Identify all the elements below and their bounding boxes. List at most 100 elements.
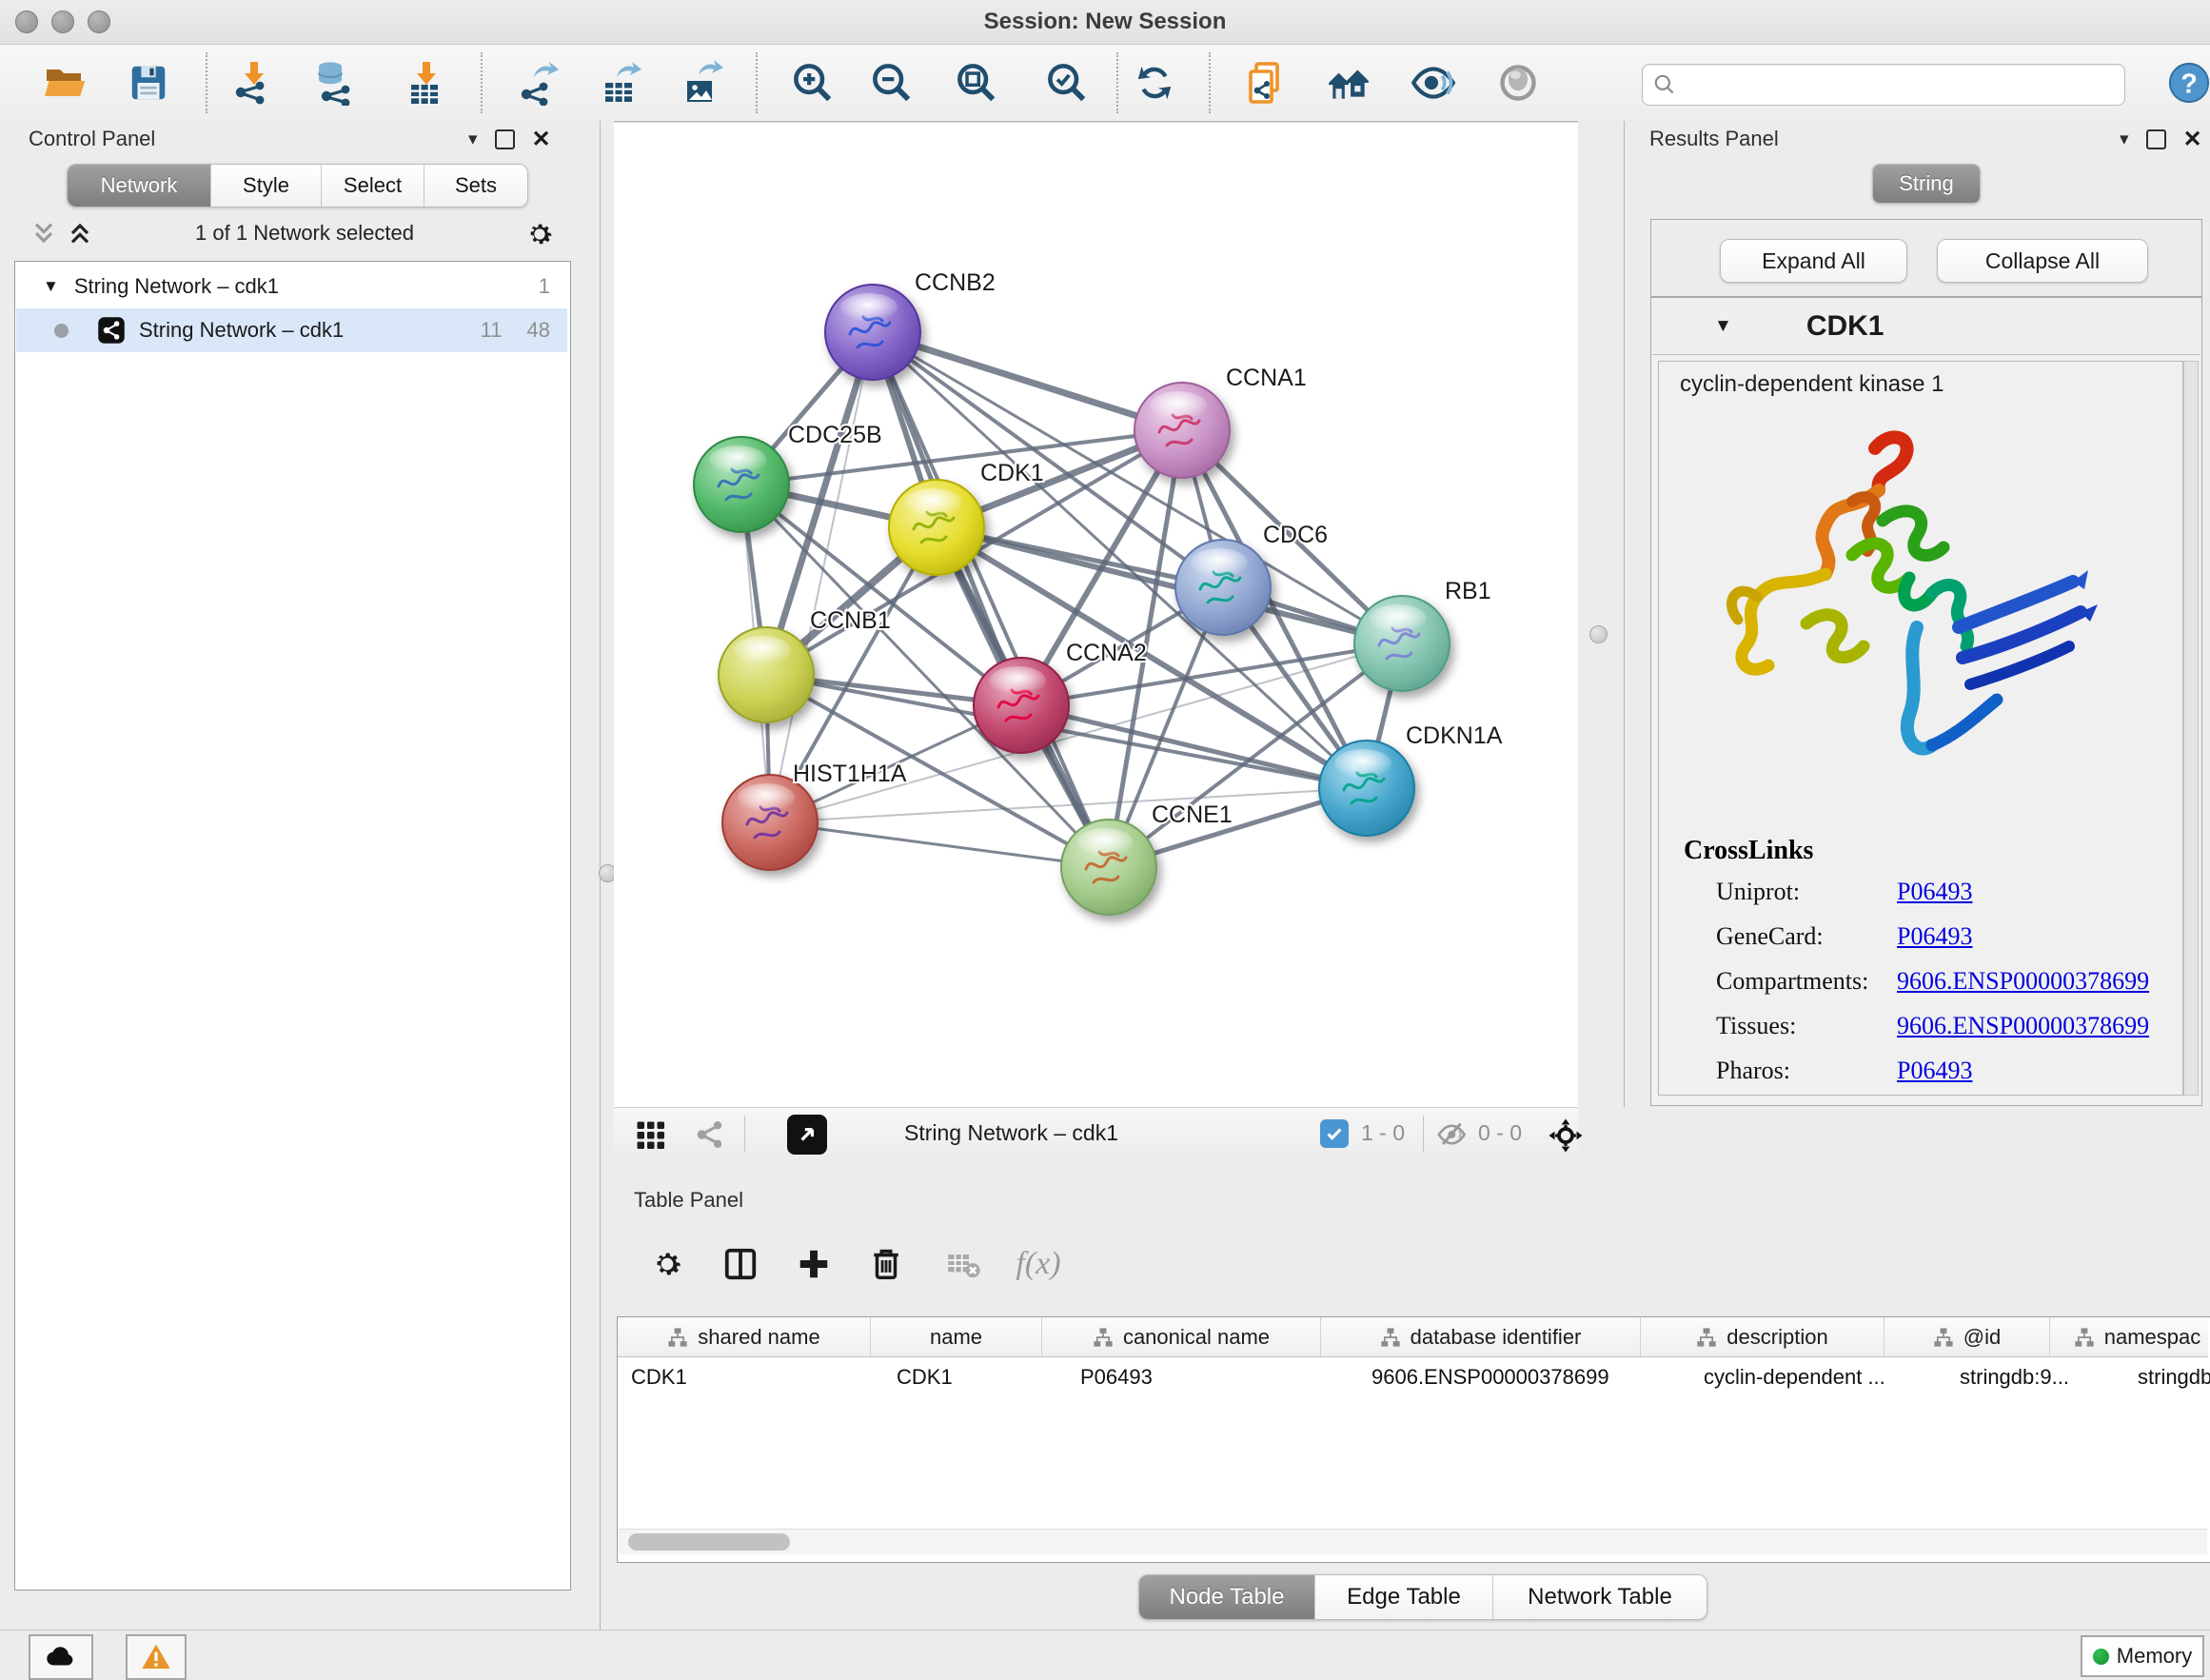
import-network-database-button[interactable]: [307, 56, 361, 109]
panel-close-button[interactable]: ✕: [532, 131, 551, 148]
warnings-button[interactable]: [126, 1634, 187, 1680]
table-cell[interactable]: P06493: [1067, 1356, 1358, 1398]
crosslink-link[interactable]: 9606.ENSP00000378699: [1897, 1012, 2149, 1040]
network-node-CDK1[interactable]: [889, 480, 984, 575]
entry-header[interactable]: ▼ CDK1: [1652, 299, 2200, 355]
table-options-button[interactable]: [639, 1235, 696, 1293]
tab-network-table[interactable]: Network Table: [1493, 1575, 1707, 1619]
import-network-file-button[interactable]: [226, 56, 279, 109]
network-edge-CCNB2-CCNA1[interactable]: [873, 332, 1182, 430]
help-button[interactable]: ?: [2162, 56, 2210, 109]
table-cell[interactable]: CDK1: [618, 1356, 883, 1398]
zoom-in-button[interactable]: [786, 56, 839, 109]
network-edge-CDK1-RB1[interactable]: [937, 527, 1402, 643]
network-node-CCNA2[interactable]: [974, 658, 1069, 753]
panel-float-button[interactable]: [495, 129, 515, 149]
network-node-CCNB2[interactable]: [825, 285, 920, 380]
selected-items-checkbox[interactable]: [1320, 1119, 1349, 1148]
search-field[interactable]: [1642, 64, 2125, 106]
expand-all-button[interactable]: Expand All: [1720, 239, 1907, 283]
network-row-selected[interactable]: String Network – cdk1 11 48: [16, 308, 567, 352]
column-header-description[interactable]: description: [1641, 1317, 1884, 1356]
network-node-CCNB1[interactable]: [719, 627, 814, 722]
cloud-status-button[interactable]: [29, 1634, 93, 1680]
table-horizontal-scrollbar[interactable]: [619, 1529, 2207, 1554]
network-node-HIST1H1A[interactable]: [722, 775, 818, 870]
column-header--id[interactable]: @id: [1884, 1317, 2050, 1356]
tab-style[interactable]: Style: [211, 165, 322, 207]
panel-close-button[interactable]: ✕: [2183, 131, 2202, 148]
results-panel-title: Results Panel: [1649, 127, 1779, 151]
column-header-name[interactable]: name: [871, 1317, 1042, 1356]
right-splitter-handle[interactable]: [1589, 625, 1608, 643]
table-cell[interactable]: CDK1: [883, 1356, 1067, 1398]
crosslink-link[interactable]: 9606.ENSP00000378699: [1897, 967, 2149, 996]
crosslink-link[interactable]: P06493: [1897, 922, 1972, 951]
collapse-triangle-icon[interactable]: ▼: [43, 277, 59, 296]
panel-menu-button[interactable]: ▾: [2120, 128, 2129, 150]
column-header-database-identifier[interactable]: database identifier: [1321, 1317, 1641, 1356]
crosslink-link[interactable]: P06493: [1897, 878, 1972, 906]
zoom-fit-button[interactable]: [950, 56, 1003, 109]
grid-view-button[interactable]: [633, 1117, 667, 1156]
string-home-button[interactable]: [1322, 56, 1375, 109]
create-column-button[interactable]: [785, 1235, 842, 1293]
refresh-button[interactable]: [1128, 56, 1181, 109]
tab-select[interactable]: Select: [322, 165, 424, 207]
column-header-namespac[interactable]: namespac: [2050, 1317, 2210, 1356]
network-node-CDC6[interactable]: [1175, 540, 1271, 635]
network-edge-CCNE1-HIST1H1A[interactable]: [770, 822, 1109, 867]
table-row[interactable]: CDK1CDK1P064939606.ENSP00000378699cyclin…: [618, 1356, 2208, 1398]
table-cell[interactable]: stringdb: [2124, 1356, 2210, 1398]
network-node-RB1[interactable]: [1354, 596, 1450, 691]
network-canvas[interactable]: CCNB2CCNA1CDC25BCDK1CDC6RB1CCNB1CCNA2CDK…: [614, 122, 1578, 1108]
collapse-all-networks-button[interactable]: [29, 218, 59, 253]
zoom-selected-button[interactable]: [1040, 56, 1094, 109]
network-node-CCNE1[interactable]: [1061, 820, 1156, 915]
network-node-CCNA1[interactable]: [1135, 383, 1230, 478]
panel-menu-button[interactable]: ▾: [468, 128, 478, 150]
tab-string[interactable]: String: [1873, 165, 1980, 203]
scrollbar-thumb[interactable]: [628, 1533, 790, 1551]
tab-node-table[interactable]: Node Table: [1139, 1575, 1315, 1619]
table-cell[interactable]: 9606.ENSP00000378699: [1358, 1356, 1690, 1398]
tab-edge-table[interactable]: Edge Table: [1315, 1575, 1493, 1619]
crosslink-link[interactable]: P06493: [1897, 1057, 1972, 1085]
right-splitter[interactable]: [1578, 121, 1624, 1107]
search-input[interactable]: [1685, 67, 2117, 101]
tab-network[interactable]: Network: [68, 165, 211, 207]
fit-content-button[interactable]: [1547, 1117, 1585, 1159]
clone-network-button[interactable]: [1239, 56, 1292, 109]
export-image-button[interactable]: [676, 56, 729, 109]
collapse-all-button[interactable]: Collapse All: [1937, 239, 2148, 283]
column-header-shared-name[interactable]: shared name: [618, 1317, 871, 1356]
delete-column-button[interactable]: [858, 1235, 915, 1293]
import-table-file-button[interactable]: [398, 56, 451, 109]
table-cell[interactable]: cyclin-dependent ...: [1690, 1356, 1946, 1398]
export-table-button[interactable]: [594, 56, 647, 109]
column-header-label: name: [930, 1325, 982, 1350]
level-of-detail-button[interactable]: [1491, 56, 1545, 109]
network-edge-CCNB2-CCNE1[interactable]: [873, 332, 1109, 867]
column-header-canonical-name[interactable]: canonical name: [1042, 1317, 1321, 1356]
results-scrollbar[interactable]: [2183, 361, 2199, 1096]
network-collection-row[interactable]: ▼ String Network – cdk1 1: [16, 265, 567, 308]
panel-float-button[interactable]: [2146, 129, 2166, 149]
table-cell[interactable]: stringdb:9...: [1946, 1356, 2124, 1398]
import-table-icon: [402, 60, 447, 106]
enhance-graphics-button[interactable]: [1407, 56, 1460, 109]
export-network-button[interactable]: [511, 56, 564, 109]
network-node-CDC25B[interactable]: [694, 437, 789, 532]
save-session-button[interactable]: [122, 56, 175, 109]
show-columns-button[interactable]: [712, 1235, 769, 1293]
network-node-CDKN1A[interactable]: [1319, 741, 1414, 836]
network-options-button[interactable]: [523, 218, 556, 255]
birdseye-view-button[interactable]: [787, 1115, 827, 1155]
network-overview-button[interactable]: [692, 1117, 726, 1156]
memory-button[interactable]: Memory: [2081, 1635, 2204, 1677]
expand-all-networks-button[interactable]: [65, 218, 95, 253]
collapse-triangle-icon[interactable]: ▼: [1714, 316, 1732, 337]
zoom-out-button[interactable]: [865, 56, 918, 109]
open-session-button[interactable]: [39, 56, 92, 109]
tab-sets[interactable]: Sets: [424, 165, 527, 207]
